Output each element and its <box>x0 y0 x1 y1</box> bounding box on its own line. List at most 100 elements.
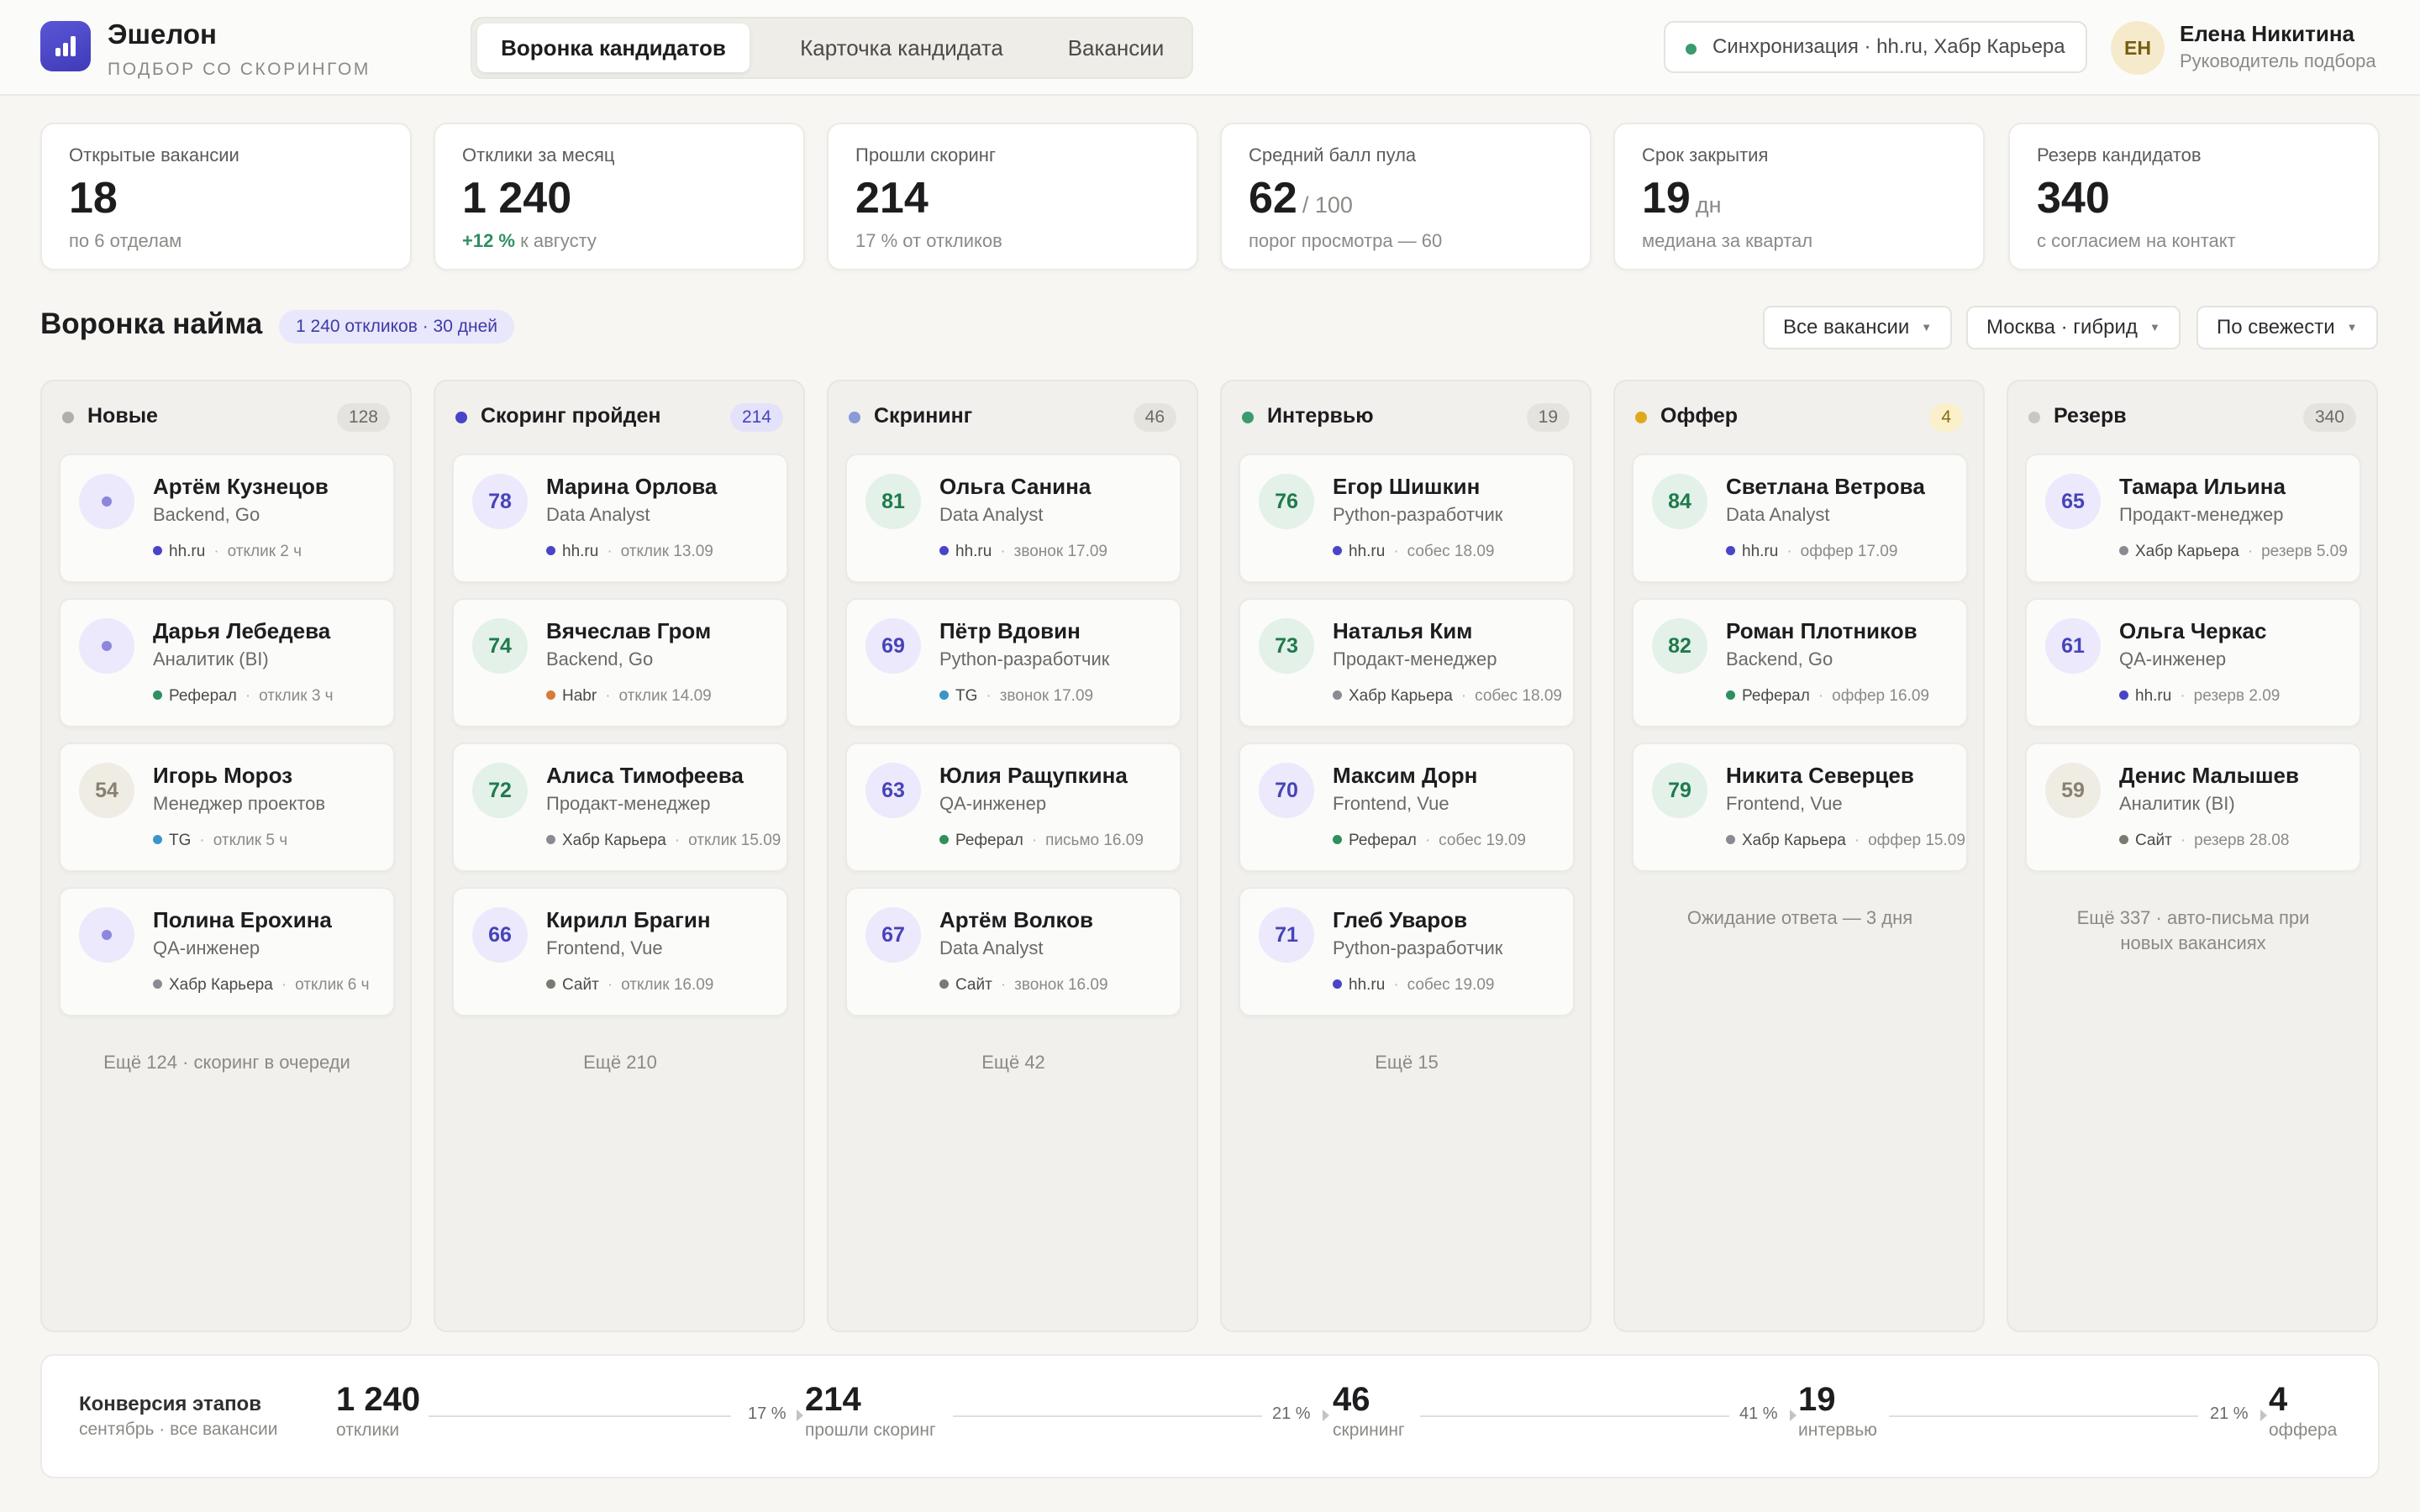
score-badge: 74 <box>472 618 528 674</box>
candidate-status-date: отклик 3 ч <box>259 687 334 705</box>
candidate-name: Тамара Ильина <box>2119 474 2286 499</box>
candidate-card[interactable]: 67 Артём Волков Data Analyst Сайт · звонок 16… <box>845 887 1181 1016</box>
candidate-source: Сайт <box>2135 832 2172 849</box>
stage-label: скрининг <box>1333 1420 1405 1440</box>
candidate-status-date: отклик 14.09 <box>618 687 712 705</box>
candidate-card[interactable]: 59 Денис Малышев Аналитик (BI) Сайт · резерв … <box>2025 743 2361 872</box>
column-more-link[interactable]: Ещё 42 <box>845 1050 1181 1075</box>
meta-separator: · <box>607 543 613 560</box>
candidate-meta: hh.ru · резерв 2.09 <box>2119 687 2360 706</box>
filter-sort-dropdown[interactable]: По свежести ▼ <box>2196 306 2378 349</box>
filter-location-dropdown[interactable]: Москва · гибрид ▼ <box>1966 306 2181 349</box>
candidate-card[interactable]: 76 Егор Шишкин Python-разработчик hh.ru · соб… <box>1239 454 1575 583</box>
kpi-label: Срок закрытия <box>1642 144 1769 165</box>
candidate-name: Артём Кузнецов <box>153 474 329 499</box>
stage-value: 4 <box>2269 1381 2288 1418</box>
user-name: Елена Никитина <box>2180 21 2354 46</box>
candidate-meta: Реферал · отклик 3 ч <box>153 687 393 706</box>
candidate-meta: Habr · отклик 14.09 <box>546 687 786 706</box>
meta-separator: · <box>2180 687 2186 705</box>
candidate-status-date: звонок 17.09 <box>1013 543 1107 560</box>
candidate-card[interactable]: 61 Ольга Черкас QA-инженер hh.ru · резерв 2.0… <box>2025 598 2361 727</box>
column-more-link[interactable]: Ещё 210 <box>452 1050 788 1075</box>
column-title: Резерв <box>2054 404 2127 428</box>
candidate-name: Глеб Уваров <box>1333 907 1468 932</box>
column-count-badge: 19 <box>1526 403 1570 432</box>
kpi-time-to-close: Срок закрытия 19 дн медиана за квартал <box>1613 123 1985 270</box>
conversion-stage-offers: 4 оффера <box>2269 1381 2337 1441</box>
kpi-note: по 6 отделам <box>69 230 182 251</box>
score-badge: 73 <box>1259 618 1314 674</box>
source-dot-icon <box>2119 690 2128 700</box>
source-dot-icon <box>1726 690 1735 700</box>
candidate-source: hh.ru <box>1349 976 1386 994</box>
candidate-name: Полина Ерохина <box>153 907 332 932</box>
candidate-source: Сайт <box>562 976 599 994</box>
candidate-meta: Хабр Карьера · отклик 6 ч <box>153 976 393 995</box>
kpi-value-number: 214 <box>855 174 929 223</box>
section-badge: 1 240 откликов · 30 дней <box>279 310 515 344</box>
filter-vacancies-dropdown[interactable]: Все вакансии ▼ <box>1763 306 1953 349</box>
candidate-card[interactable]: 84 Светлана Ветрова Data Analyst hh.ru · оффе… <box>1632 454 1968 583</box>
candidate-card[interactable]: Артём Кузнецов Backend, Go hh.ru · отклик 2 … <box>59 454 395 583</box>
candidate-name: Денис Малышев <box>2119 763 2299 788</box>
tab-candidate-card[interactable]: Карточка кандидата <box>763 24 1040 72</box>
meta-separator: · <box>1424 832 1431 849</box>
stage-connector <box>1420 1415 1729 1417</box>
candidate-card[interactable]: 74 Вячеслав Гром Backend, Go Habr · отклик 14… <box>452 598 788 727</box>
candidate-card[interactable]: 54 Игорь Мороз Менеджер проектов TG · отклик … <box>59 743 395 872</box>
kpi-reserve: Резерв кандидатов 340 с согласием на кон… <box>2008 123 2380 270</box>
source-dot-icon <box>546 690 555 700</box>
stage-conversion-rate: 21 % <box>2210 1404 2249 1423</box>
candidate-name: Пётр Вдовин <box>939 618 1081 643</box>
candidate-source: hh.ru <box>1742 543 1779 560</box>
kpi-unit: дн <box>1695 192 1722 218</box>
candidate-source: hh.ru <box>955 543 992 560</box>
candidate-card[interactable]: 70 Максим Дорн Frontend, Vue Реферал · собес … <box>1239 743 1575 872</box>
column-count-badge: 340 <box>2302 403 2356 432</box>
column-more-link[interactable]: Ещё 15 <box>1239 1050 1575 1075</box>
meta-separator: · <box>605 687 611 705</box>
score-badge: 67 <box>865 907 921 963</box>
user-avatar[interactable]: ЕН <box>2111 21 2165 75</box>
candidate-card[interactable]: 73 Наталья Ким Продакт-менеджер Хабр Карьер… <box>1239 598 1575 727</box>
candidate-card[interactable]: 69 Пётр Вдовин Python-разработчик TG · звонок… <box>845 598 1181 727</box>
candidate-card[interactable]: 82 Роман Плотников Backend, Go Реферал · оффе… <box>1632 598 1968 727</box>
column-status-dot-icon <box>455 412 467 423</box>
candidate-status-date: отклик 13.09 <box>620 543 713 560</box>
score-pending-badge <box>79 907 134 963</box>
sync-status-button[interactable]: Синхронизация · hh.ru, Хабр Карьера <box>1664 21 2087 73</box>
column-more-link[interactable]: Ожидание ответа — 3 дня <box>1632 906 1968 931</box>
column-more-link[interactable]: Ещё 124 · скоринг в очереди <box>59 1050 395 1075</box>
candidate-card[interactable]: 78 Марина Орлова Data Analyst hh.ru · отклик … <box>452 454 788 583</box>
candidate-meta: Сайт · отклик 16.09 <box>546 976 786 995</box>
kanban-column-interview: Интервью 19 76 Егор Шишкин Python-разработчи… <box>1220 380 1591 1332</box>
candidate-meta: TG · звонок 17.09 <box>939 687 1180 706</box>
candidate-card[interactable]: 71 Глеб Уваров Python-разработчик hh.ru · соб… <box>1239 887 1575 1016</box>
candidate-card[interactable]: Дарья Лебедева Аналитик (BI) Реферал · откли… <box>59 598 395 727</box>
candidate-source: Реферал <box>169 687 237 705</box>
candidate-source: Реферал <box>1742 687 1810 705</box>
candidate-card[interactable]: 81 Ольга Санина Data Analyst hh.ru · звонок 1… <box>845 454 1181 583</box>
source-dot-icon <box>1726 546 1735 555</box>
tab-vacancies[interactable]: Вакансии <box>1049 24 1183 72</box>
tab-candidates-funnel[interactable]: Воронка кандидатов <box>477 24 750 72</box>
candidate-role: Продакт-менеджер <box>546 793 711 814</box>
candidate-card[interactable]: Полина Ерохина QA-инженер Хабр Карьера · отк… <box>59 887 395 1016</box>
column-more-link[interactable]: Ещё 337 · авто-письма при новых вакансия… <box>2025 906 2361 956</box>
candidate-card[interactable]: 66 Кирилл Брагин Frontend, Vue Сайт · отклик … <box>452 887 788 1016</box>
candidate-card[interactable]: 63 Юлия Ращупкина QA-инженер Реферал · письмо… <box>845 743 1181 872</box>
candidate-card[interactable]: 65 Тамара Ильина Продакт-менеджер Хабр Карь… <box>2025 454 2361 583</box>
candidate-card[interactable]: 72 Алиса Тимофеева Продакт-менеджер Хабр Ка… <box>452 743 788 872</box>
kpi-value: 1 240 <box>462 173 571 223</box>
candidate-status-date: собес 18.09 <box>1475 687 1562 705</box>
arrow-right-icon <box>797 1410 803 1421</box>
candidate-card[interactable]: 79 Никита Северцев Frontend, Vue Хабр Карье… <box>1632 743 1968 872</box>
score-badge: 72 <box>472 763 528 818</box>
kpi-value-number: 18 <box>69 174 118 223</box>
meta-separator: · <box>986 687 992 705</box>
filter-label: Все вакансии <box>1783 316 1910 339</box>
column-count-badge: 214 <box>729 403 783 432</box>
kpi-note: порог просмотра — 60 <box>1249 230 1443 251</box>
candidate-source: Сайт <box>955 976 992 994</box>
